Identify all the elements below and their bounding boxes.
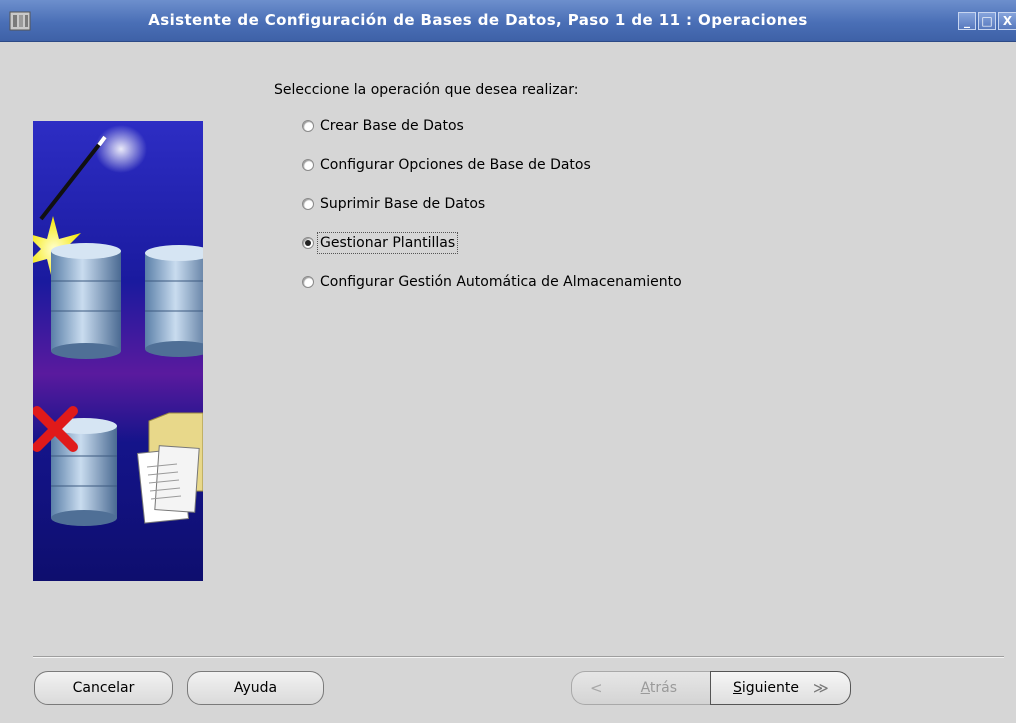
option-suprimir-base-de-datos[interactable]: Suprimir Base de Datos — [302, 196, 485, 212]
option-label: Configurar Opciones de Base de Datos — [320, 157, 591, 173]
option-gestionar-plantillas[interactable]: Gestionar Plantillas — [302, 232, 459, 254]
back-button[interactable]: < Atrás — [571, 671, 711, 705]
minimize-button[interactable]: _ — [958, 12, 976, 30]
next-button[interactable]: Siguiente ≫ — [710, 671, 851, 705]
maximize-button[interactable]: □ — [978, 12, 996, 30]
radio-button-selected[interactable] — [302, 237, 314, 249]
navigation-buttons: < Atrás Siguiente ≫ — [571, 671, 851, 705]
option-label: Gestionar Plantillas — [316, 232, 459, 254]
option-label: Configurar Gestión Automática de Almacen… — [320, 274, 682, 290]
button-separator — [33, 656, 1004, 658]
radio-button[interactable] — [302, 276, 314, 288]
operation-prompt: Seleccione la operación que desea realiz… — [274, 82, 579, 98]
back-arrow-icon: < — [590, 679, 603, 697]
option-crear-base-de-datos[interactable]: Crear Base de Datos — [302, 118, 464, 134]
radio-button[interactable] — [302, 120, 314, 132]
option-configurar-gestion-almacenamiento[interactable]: Configurar Gestión Automática de Almacen… — [302, 274, 682, 290]
radio-button[interactable] — [302, 198, 314, 210]
title-bar[interactable]: Asistente de Configuración de Bases de D… — [0, 0, 1016, 42]
option-label: Crear Base de Datos — [320, 118, 464, 134]
help-button[interactable]: Ayuda — [187, 671, 324, 705]
option-configurar-opciones[interactable]: Configurar Opciones de Base de Datos — [302, 157, 591, 173]
next-arrow-icon: ≫ — [813, 679, 829, 697]
database-wizard-illustration — [33, 121, 203, 581]
option-label: Suprimir Base de Datos — [320, 196, 486, 212]
radio-button[interactable] — [302, 159, 314, 171]
cancel-button[interactable]: Cancelar — [34, 671, 173, 705]
back-label: Atrás — [640, 680, 678, 696]
next-label: Siguiente — [733, 680, 800, 696]
window-title: Asistente de Configuración de Bases de D… — [148, 11, 808, 29]
close-button[interactable]: X — [998, 12, 1016, 30]
database-app-icon[interactable] — [8, 9, 32, 33]
